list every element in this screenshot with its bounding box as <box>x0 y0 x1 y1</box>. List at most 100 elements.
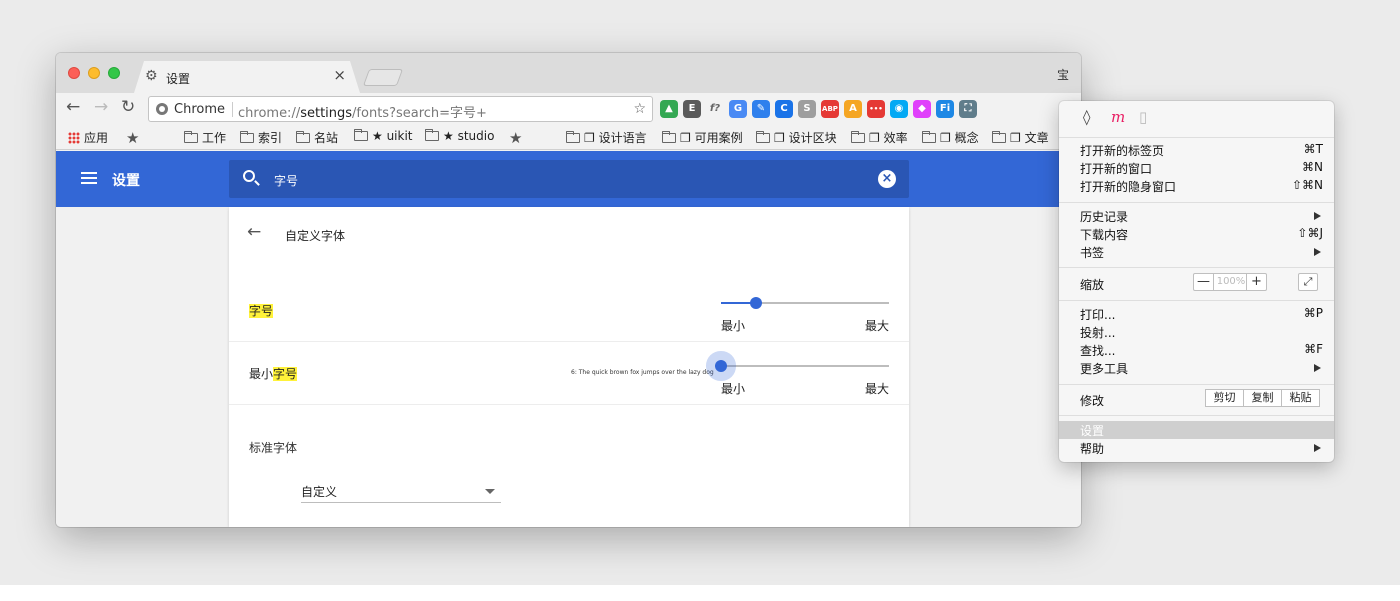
menu-item-cast[interactable]: 投射... <box>1059 323 1334 341</box>
folder-icon <box>662 130 676 143</box>
menu-item-downloads[interactable]: 下载内容 ⇧⌘J <box>1059 225 1334 243</box>
menu-separator <box>1059 202 1334 203</box>
close-window-button[interactable] <box>68 67 80 79</box>
bookmarks-bar: 应用 ★ 工作 索引 名站 ★ uikit ★ studio ★ ❐ 设计语言 ❐ 可用案例 ❐ 设… <box>56 125 1081 150</box>
translate-icon[interactable]: G <box>729 100 747 118</box>
tab-strip: ⚙ 设置 × 宝 <box>56 53 1081 93</box>
menu-item-bookmarks[interactable]: 书签 <box>1059 243 1334 261</box>
zoom-window-button[interactable] <box>108 67 120 79</box>
cut-button[interactable]: 剪切 <box>1205 389 1244 407</box>
folder-icon <box>566 130 580 143</box>
bookmark-item[interactable]: ❐ 效率 <box>851 129 908 146</box>
submenu-arrow-icon <box>1314 248 1321 256</box>
fonts-ext-icon[interactable]: A <box>844 100 862 118</box>
slider-knob[interactable] <box>715 360 727 372</box>
font-size-slider[interactable] <box>721 297 889 309</box>
bookmark-label: 应用 <box>84 131 109 145</box>
menu-item-find[interactable]: 查找... ⌘F <box>1059 341 1334 359</box>
menu-item-settings[interactable]: 设置 <box>1059 421 1334 439</box>
menu-item-print[interactable]: 打印... ⌘P <box>1059 305 1334 323</box>
menu-item-help[interactable]: 帮助 <box>1059 439 1334 457</box>
settings-search[interactable]: 字号 × <box>229 160 909 198</box>
bookmark-item[interactable]: 应用 <box>68 129 108 146</box>
menu-item-incognito[interactable]: 打开新的隐身窗口 ⇧⌘N <box>1059 177 1334 195</box>
font-preview-text: 6: The quick brown fox jumps over the la… <box>571 369 714 376</box>
clear-search-icon[interactable]: × <box>878 170 896 188</box>
screenshot-icon[interactable]: ⛶ <box>959 100 977 118</box>
menu-item-new-tab[interactable]: 打开新的标签页 ⌘T <box>1059 141 1334 159</box>
reload-button[interactable]: ↻ <box>121 99 135 116</box>
fonts-card: ← 自定义字体 字号 最小 最大 最小字号 6: The quick brown… <box>229 207 909 527</box>
standard-font-select[interactable]: 自定义 <box>301 481 501 503</box>
sketch-ext-icon[interactable]: ◊ <box>1083 110 1090 125</box>
bookmark-item[interactable]: ❐ 设计区块 <box>756 129 837 146</box>
folder-icon <box>756 130 770 143</box>
formula-icon[interactable]: f? <box>706 100 724 118</box>
address-bar[interactable]: Chrome chrome://settings/fonts?search=字号… <box>148 96 653 122</box>
fullscreen-button[interactable]: ⤢ <box>1298 273 1318 291</box>
bookmark-item[interactable]: 名站 <box>296 129 338 146</box>
bookmark-label: ★ uikit <box>372 129 413 143</box>
menu-separator <box>1059 267 1334 268</box>
min-font-size-slider[interactable] <box>715 360 889 372</box>
min-font-size-label: 最小字号 <box>249 367 298 381</box>
minimize-window-button[interactable] <box>88 67 100 79</box>
bookmark-star-icon[interactable]: ☆ <box>633 101 646 117</box>
bookmark-item[interactable]: ❐ 设计语言 <box>566 129 647 146</box>
bookmark-label: 索引 <box>258 131 283 145</box>
copy-button[interactable]: 复制 <box>1243 389 1282 407</box>
bookmark-item[interactable]: ❐ 可用案例 <box>662 129 743 146</box>
fi-ext-icon[interactable]: Fi <box>936 100 954 118</box>
zoom-out-button[interactable]: — <box>1194 274 1214 290</box>
bookmark-item[interactable]: ★ studio <box>425 129 494 143</box>
search-icon <box>243 170 255 182</box>
adblock-icon[interactable]: ABP <box>821 100 839 118</box>
bookmark-item[interactable]: ★ <box>126 129 139 147</box>
new-tab-button[interactable] <box>362 69 404 86</box>
back-arrow-icon[interactable]: ← <box>247 224 261 241</box>
evernote-icon[interactable]: E <box>683 100 701 118</box>
row-divider <box>229 404 909 405</box>
menu-separator <box>1059 137 1334 138</box>
bookmark-item[interactable]: 工作 <box>184 129 226 146</box>
drive-icon[interactable]: ▲ <box>660 100 678 118</box>
m-ext-icon[interactable]: m <box>1111 110 1125 125</box>
tab-settings[interactable]: ⚙ 设置 × <box>134 61 360 93</box>
eye-ext-icon[interactable]: ◉ <box>890 100 908 118</box>
bookmark-item[interactable]: ★ <box>509 129 522 147</box>
bookmark-item[interactable]: ❐ 文章 <box>992 129 1049 146</box>
forward-button[interactable]: → <box>94 99 108 116</box>
refresh-ext-icon[interactable]: C <box>775 100 793 118</box>
menu-item-more-tools[interactable]: 更多工具 <box>1059 359 1334 377</box>
font-size-max-label: 最大 <box>865 319 890 333</box>
address-url[interactable]: chrome://settings/fonts?search=字号+ <box>238 102 487 121</box>
bookmark-item[interactable]: ❐ 概念 <box>922 129 979 146</box>
submenu-arrow-icon <box>1314 364 1321 372</box>
pdf-ext-icon[interactable]: ▯ <box>1139 110 1147 125</box>
shape-ext-icon[interactable]: ◆ <box>913 100 931 118</box>
profile-button[interactable]: 宝 <box>1057 66 1069 83</box>
slider-knob[interactable] <box>750 297 763 309</box>
s-ext-icon[interactable]: S <box>798 100 816 118</box>
bookmark-label: ❐ 效率 <box>869 131 908 145</box>
menu-item-history[interactable]: 历史记录 <box>1059 207 1334 225</box>
folder-icon <box>240 130 254 143</box>
bookmark-item[interactable]: 索引 <box>240 129 282 146</box>
menu-item-new-window[interactable]: 打开新的窗口 ⌘N <box>1059 159 1334 177</box>
back-button[interactable]: ← <box>66 99 80 116</box>
bookmark-label: ❐ 可用案例 <box>680 131 743 145</box>
zoom-in-button[interactable]: + <box>1246 274 1266 290</box>
folder-icon <box>992 130 1006 143</box>
search-input[interactable]: 字号 <box>274 172 298 189</box>
paste-button[interactable]: 粘贴 <box>1281 389 1320 407</box>
dots-ext-icon[interactable]: ••• <box>867 100 885 118</box>
bookmark-item[interactable]: ★ uikit <box>354 129 413 143</box>
folder-icon <box>184 130 198 143</box>
close-tab-icon[interactable]: × <box>333 68 346 83</box>
folder-icon <box>922 130 936 143</box>
edit-icon[interactable]: ✎ <box>752 100 770 118</box>
address-chip: Chrome <box>174 102 225 117</box>
menu-icon[interactable] <box>81 172 97 184</box>
submenu-arrow-icon <box>1314 444 1321 452</box>
menu-separator <box>1059 415 1334 416</box>
